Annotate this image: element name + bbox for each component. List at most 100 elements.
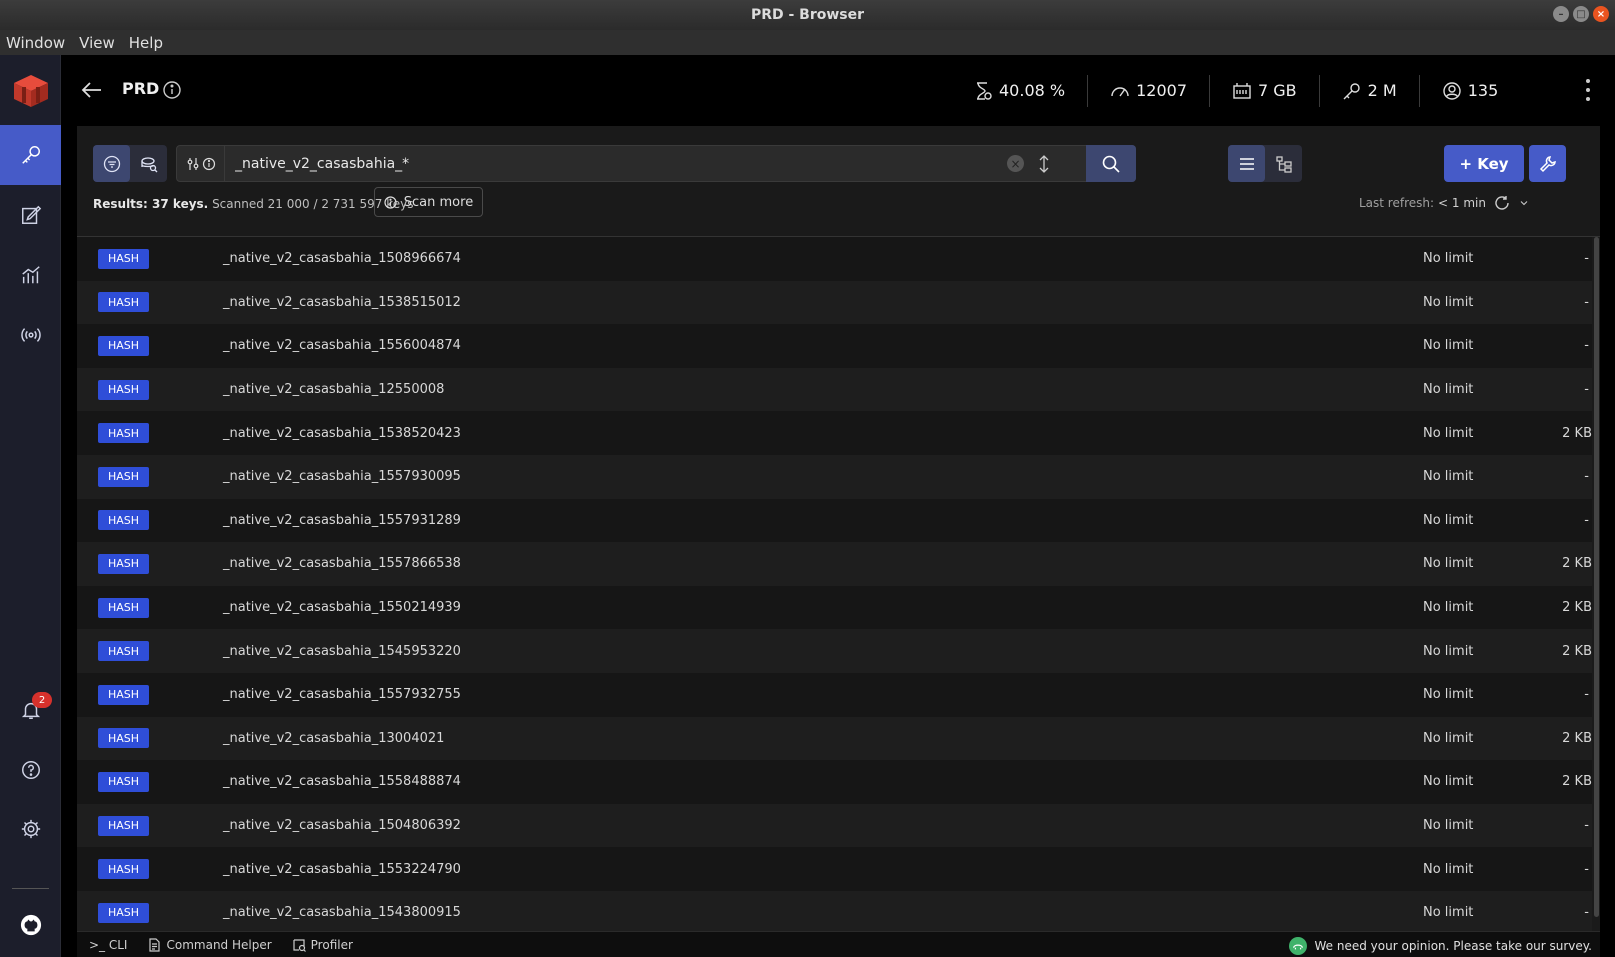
key-type-filter-button[interactable] xyxy=(177,146,225,181)
key-type-badge: HASH xyxy=(98,248,149,269)
tree-view-button[interactable] xyxy=(1265,145,1302,182)
window-title: PRD - Browser xyxy=(750,7,865,23)
key-name: _native_v2_casasbahia_1557931289 xyxy=(223,512,461,528)
broadcast-icon xyxy=(20,328,41,342)
command-helper-button[interactable]: Command Helper xyxy=(147,938,272,952)
key-type-badge: HASH xyxy=(98,684,149,705)
minimize-button[interactable]: – xyxy=(1553,6,1569,22)
bulk-actions-button[interactable] xyxy=(1529,145,1566,182)
key-size: - xyxy=(1584,818,1589,834)
menu-window[interactable]: Window xyxy=(6,34,65,52)
key-size: - xyxy=(1584,338,1589,354)
menu-help[interactable]: Help xyxy=(129,34,163,52)
refresh-icon[interactable] xyxy=(1494,195,1510,211)
key-name: _native_v2_casasbahia_1557932755 xyxy=(223,687,461,703)
vector-search-button[interactable] xyxy=(130,145,167,182)
db-name: PRD xyxy=(122,79,160,98)
filter-list-icon xyxy=(103,155,120,172)
window-controls: – □ × xyxy=(1553,6,1609,22)
survey-icon xyxy=(1288,937,1307,955)
sidebar-item-workbench[interactable] xyxy=(0,185,61,245)
key-size: 2 KB xyxy=(1562,600,1592,616)
key-type-badge: HASH xyxy=(98,771,149,792)
key-name: _native_v2_casasbahia_13004021 xyxy=(223,730,445,746)
key-ttl: No limit xyxy=(1423,382,1474,398)
key-name: _native_v2_casasbahia_1556004874 xyxy=(223,338,461,354)
analytics-icon xyxy=(21,266,40,284)
window-titlebar: PRD - Browser – □ × xyxy=(0,0,1615,30)
chevron-down-icon[interactable] xyxy=(1518,197,1530,209)
menu-bar: Window View Help xyxy=(0,30,1615,55)
key-ttl: No limit xyxy=(1423,294,1474,310)
table-row[interactable]: HASH _native_v2_casasbahia_1545953220 No l… xyxy=(77,629,1592,673)
table-row[interactable]: HASH _native_v2_casasbahia_1550214939 No l… xyxy=(77,585,1592,630)
sidebar-divider xyxy=(12,888,49,889)
table-row[interactable]: HASH _native_v2_casasbahia_1508966674 No l… xyxy=(77,237,1592,281)
key-ttl: No limit xyxy=(1423,730,1474,746)
table-row[interactable]: HASH _native_v2_casasbahia_1538515012 No l… xyxy=(77,280,1592,325)
sidebar-item-github[interactable] xyxy=(0,895,61,955)
key-size: - xyxy=(1584,905,1589,921)
key-icon xyxy=(1343,82,1360,99)
table-row[interactable]: HASH _native_v2_casasbahia_1557931289 No l… xyxy=(77,498,1592,543)
key-name: _native_v2_casasbahia_1550214939 xyxy=(223,600,461,616)
sidebar-item-analytics[interactable] xyxy=(0,245,61,305)
key-size: 2 KB xyxy=(1562,643,1592,659)
key-name: _native_v2_casasbahia_1504806392 xyxy=(223,818,461,834)
more-options-icon[interactable] xyxy=(1585,79,1591,101)
cli-button[interactable]: >_ CLI xyxy=(89,938,127,952)
table-row[interactable]: HASH _native_v2_casasbahia_1553224790 No l… xyxy=(77,847,1592,891)
sidebar-item-notifications[interactable]: 2 xyxy=(0,680,61,740)
info-icon xyxy=(384,195,397,209)
stat-cpu: 40.08 % xyxy=(951,74,1089,107)
table-row[interactable]: HASH _native_v2_casasbahia_1504806392 No l… xyxy=(77,803,1592,848)
redis-logo-icon[interactable] xyxy=(12,73,50,109)
key-type-badge: HASH xyxy=(98,335,149,356)
key-name: _native_v2_casasbahia_1557930095 xyxy=(223,469,461,485)
sidebar-item-help[interactable] xyxy=(0,740,61,800)
search-mode-toggle xyxy=(93,145,167,182)
info-icon xyxy=(202,157,215,170)
sidebar-item-settings[interactable] xyxy=(0,799,61,859)
scrollbar[interactable] xyxy=(1594,237,1599,917)
table-row[interactable]: HASH _native_v2_casasbahia_1557932755 No l… xyxy=(77,672,1592,717)
search-input[interactable] xyxy=(235,146,995,181)
table-row[interactable]: HASH _native_v2_casasbahia_1538520423 No l… xyxy=(77,411,1592,455)
table-row[interactable]: HASH _native_v2_casasbahia_1556004874 No l… xyxy=(77,324,1592,368)
key-size: 2 KB xyxy=(1562,730,1592,746)
table-row[interactable]: HASH _native_v2_casasbahia_1557866538 No l… xyxy=(77,542,1592,586)
view-mode-toggle xyxy=(1228,145,1302,182)
key-size: - xyxy=(1584,469,1589,485)
table-row[interactable]: HASH _native_v2_casasbahia_1558488874 No l… xyxy=(77,760,1592,804)
menu-view[interactable]: View xyxy=(79,34,115,52)
back-arrow-icon[interactable] xyxy=(81,79,103,101)
edit-icon xyxy=(21,205,41,224)
clear-search-icon[interactable]: × xyxy=(1007,155,1024,172)
results-count: Results: 37 keys. xyxy=(93,197,209,211)
key-size: - xyxy=(1584,382,1589,398)
search-button[interactable] xyxy=(1086,145,1136,182)
pattern-search-button[interactable] xyxy=(93,145,130,182)
key-icon xyxy=(21,146,40,164)
table-row[interactable]: HASH _native_v2_casasbahia_1557930095 No l… xyxy=(77,454,1592,499)
table-row[interactable]: HASH _native_v2_casasbahia_13004021 No lim… xyxy=(77,716,1592,761)
add-key-button[interactable]: + Key xyxy=(1444,145,1524,182)
table-row[interactable]: HASH _native_v2_casasbahia_1543800915 No l… xyxy=(77,890,1592,931)
close-button[interactable]: × xyxy=(1593,6,1609,22)
table-row[interactable]: HASH _native_v2_casasbahia_12550008 No lim… xyxy=(77,367,1592,412)
info-icon[interactable] xyxy=(162,80,182,100)
sidebar-item-pubsub[interactable] xyxy=(0,305,61,365)
bottom-bar: >_ CLI Command Helper Profiler We need y… xyxy=(77,931,1600,957)
survey-link[interactable]: We need your opinion. Please take our su… xyxy=(1288,937,1592,955)
expand-vertical-icon[interactable] xyxy=(1037,154,1051,174)
key-name: _native_v2_casasbahia_12550008 xyxy=(223,382,445,398)
wrench-icon xyxy=(1539,155,1556,172)
profiler-button[interactable]: Profiler xyxy=(292,938,353,952)
scan-more-button[interactable]: Scan more xyxy=(374,187,483,217)
sidebar-item-browser[interactable] xyxy=(0,125,61,185)
list-view-button[interactable] xyxy=(1228,145,1265,182)
maximize-button[interactable]: □ xyxy=(1573,6,1589,22)
key-type-badge: HASH xyxy=(98,553,149,574)
key-size: - xyxy=(1584,687,1589,703)
cpu-hourglass-icon xyxy=(977,81,992,100)
